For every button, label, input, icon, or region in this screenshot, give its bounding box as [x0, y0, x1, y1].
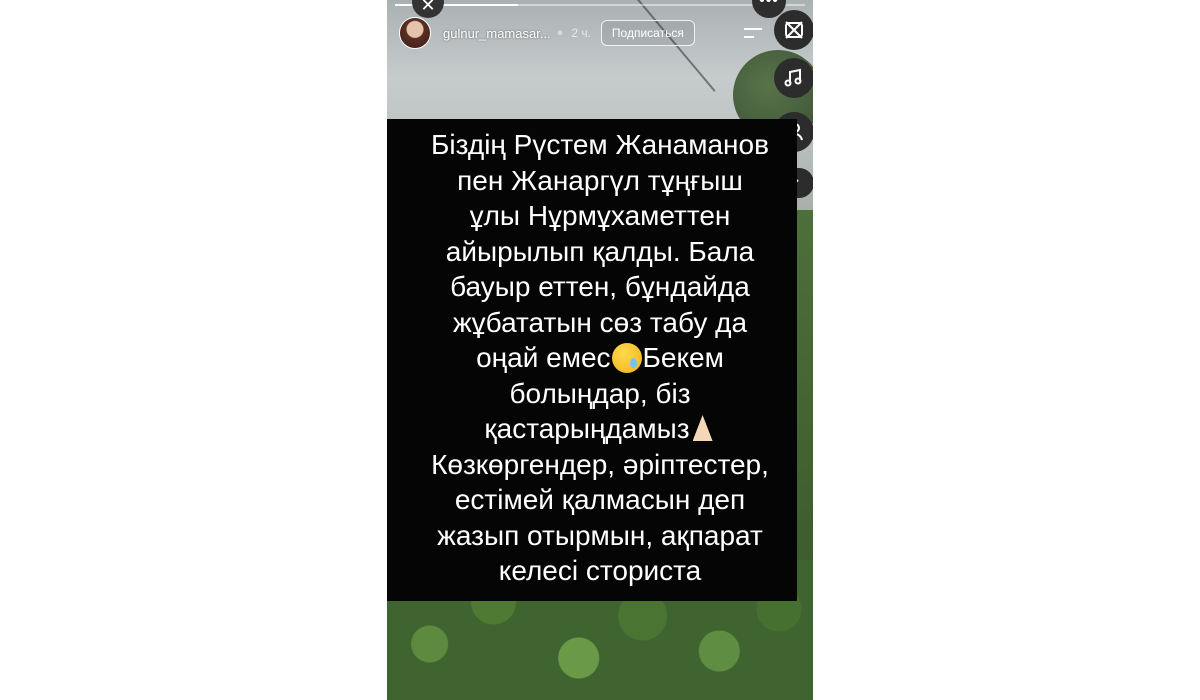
avatar[interactable] — [399, 17, 431, 49]
story-header: gulnur_mamasar... ● 2 ч. Подписаться — [399, 16, 695, 50]
story-text-segment: оңай емес — [476, 342, 611, 373]
verified-badge-icon: ● — [556, 27, 564, 39]
story-text-line: келесі сториста — [498, 555, 702, 586]
menu-icon[interactable] — [744, 28, 762, 40]
story-text-line: пен Жанаргүл тұңғыш — [457, 164, 743, 196]
story-text-line: бауыр еттен, бұндайда — [450, 271, 750, 302]
music-note-icon — [784, 68, 802, 87]
story-text-line: айырылып қалды. Бала — [445, 235, 755, 267]
story-text-line: болыңдар, біз — [509, 377, 691, 409]
story-progress-bar — [395, 4, 805, 6]
story-text-line: Көзкөргендер, әріптестер, — [431, 448, 769, 480]
username[interactable]: gulnur_mamasar... — [443, 26, 551, 41]
story-text-line: ұлы Нұрмұхаметтен — [469, 200, 731, 231]
story-text-line: Біздің Рүстем Жанаманов — [431, 129, 769, 160]
music-button[interactable] — [774, 58, 813, 98]
praying-hands-emoji-icon — [690, 413, 716, 443]
story-text-line: жұбататын сөз табу да — [452, 306, 748, 338]
close-icon: ✕ — [420, 0, 436, 15]
story-text-segment: Бекем — [642, 342, 724, 373]
story-text-segment: қастарыңдамыз — [484, 413, 690, 444]
story-text-line: естімей қалмасын деп — [454, 484, 746, 515]
sad-tear-emoji-icon — [611, 343, 642, 373]
more-icon: ••• — [759, 0, 779, 9]
story-text-line: жазып отырмын, ақпарат — [437, 519, 763, 551]
follow-button[interactable]: Подписаться — [600, 20, 695, 46]
story-viewer[interactable]: ✕ ••• gulnur_mamasar... ● 2 ч. Подписать… — [387, 0, 813, 700]
story-text: Біздің Рүстем Жанаманов пен Жанаргүл тұң… — [387, 127, 813, 589]
story-text-line-with-emoji: оңай емес Бекем — [387, 340, 813, 376]
muted-speaker-icon — [785, 21, 803, 39]
mute-button[interactable] — [774, 10, 813, 50]
time-ago: 2 ч. — [571, 26, 591, 40]
story-text-line-with-emoji: қастарыңдамыз — [387, 411, 813, 447]
